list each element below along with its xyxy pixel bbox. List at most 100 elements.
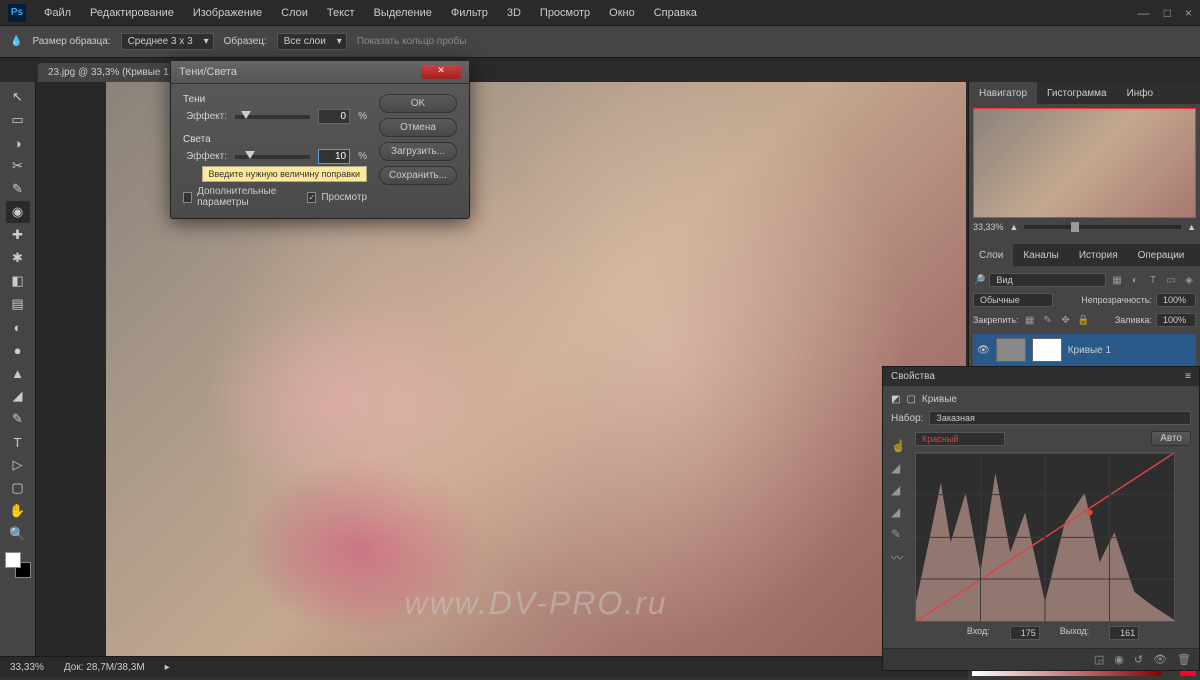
minimize-button[interactable]: —: [1138, 6, 1150, 20]
view-previous-icon[interactable]: ◉: [1114, 653, 1124, 666]
channel-dropdown[interactable]: Красный: [915, 432, 1005, 446]
load-button[interactable]: Загрузить...: [379, 142, 457, 161]
filter-smart-icon[interactable]: ◈: [1182, 273, 1196, 287]
crop-tool[interactable]: ✂: [6, 155, 30, 177]
lock-transparent-icon[interactable]: ▦: [1023, 313, 1037, 327]
curves-output-value[interactable]: [1109, 626, 1139, 640]
sample-white-icon[interactable]: ◢: [891, 505, 911, 519]
color-swatches[interactable]: [5, 552, 31, 578]
sample-black-icon[interactable]: ◢: [891, 461, 911, 475]
tab-layers[interactable]: Слои: [969, 244, 1013, 266]
layer-name[interactable]: Кривые 1: [1068, 345, 1111, 356]
blur-tool[interactable]: ▲: [6, 362, 30, 384]
menu-3d[interactable]: 3D: [499, 3, 529, 23]
menu-layer[interactable]: Слои: [273, 3, 316, 23]
move-tool[interactable]: ↖: [6, 86, 30, 108]
eyedropper-tool[interactable]: ◉: [6, 201, 30, 223]
frame-tool[interactable]: ✎: [6, 178, 30, 200]
marquee-tool[interactable]: ▭: [6, 109, 30, 131]
lasso-tool[interactable]: ◑: [6, 132, 30, 154]
layer-row[interactable]: 👁 Кривые 1: [973, 334, 1196, 366]
auto-button[interactable]: Авто: [1151, 431, 1191, 446]
properties-panel[interactable]: Свойства ≡ ◩ ▢ Кривые Набор: Заказная ☝ …: [882, 366, 1200, 671]
shadows-highlights-dialog[interactable]: Тени/Света ✕ Тени Эффект: % Света Эффект…: [170, 60, 470, 219]
zoom-in-icon[interactable]: ▲: [1187, 222, 1196, 232]
blend-mode-dropdown[interactable]: Обычные: [973, 293, 1053, 307]
preview-checkbox[interactable]: ✓: [307, 192, 316, 203]
filter-type-icon[interactable]: T: [1146, 273, 1160, 287]
tab-histogram[interactable]: Гистограмма: [1037, 82, 1117, 104]
shape-tool[interactable]: ▢: [6, 477, 30, 499]
gradient-tool[interactable]: ●: [6, 339, 30, 361]
path-tool[interactable]: ▷: [6, 454, 30, 476]
pen-tool[interactable]: ✎: [6, 408, 30, 430]
filter-pixel-icon[interactable]: ▦: [1110, 273, 1124, 287]
visibility-icon[interactable]: 👁: [977, 345, 990, 356]
ok-button[interactable]: OK: [379, 94, 457, 113]
navigator-preview[interactable]: [973, 108, 1196, 218]
shadows-slider[interactable]: [235, 115, 310, 119]
menu-window[interactable]: Окно: [601, 3, 643, 23]
tab-info[interactable]: Инфо: [1117, 82, 1164, 104]
dialog-titlebar[interactable]: Тени/Света ✕: [171, 61, 469, 84]
brush-tool[interactable]: ✱: [6, 247, 30, 269]
hand-tool[interactable]: ✋: [6, 500, 30, 522]
status-zoom[interactable]: 33,33%: [10, 662, 44, 673]
save-button[interactable]: Сохранить...: [379, 166, 457, 185]
targeted-adjust-icon[interactable]: ☝: [891, 439, 911, 453]
dodge-tool[interactable]: ◢: [6, 385, 30, 407]
filter-adjust-icon[interactable]: ◐: [1128, 273, 1142, 287]
layer-filter-dropdown[interactable]: Вид: [989, 273, 1106, 287]
more-options-checkbox[interactable]: [183, 192, 192, 203]
reset-icon[interactable]: ↺: [1134, 653, 1143, 666]
history-brush-tool[interactable]: ▤: [6, 293, 30, 315]
clip-icon[interactable]: ◲: [1094, 653, 1104, 666]
highlights-slider[interactable]: [235, 155, 310, 159]
fill-input[interactable]: 100%: [1156, 313, 1196, 327]
edit-points-icon[interactable]: ✎: [891, 527, 911, 541]
menu-filter[interactable]: Фильтр: [443, 3, 496, 23]
properties-tab[interactable]: Свойства: [891, 371, 935, 382]
lock-position-icon[interactable]: ✥: [1059, 313, 1073, 327]
shadows-value-input[interactable]: [318, 109, 350, 124]
zoom-tool[interactable]: 🔍: [6, 523, 30, 545]
menu-file[interactable]: Файл: [36, 3, 79, 23]
menu-help[interactable]: Справка: [646, 3, 705, 23]
layer-thumbnail[interactable]: [996, 338, 1026, 362]
curves-graph[interactable]: [915, 452, 1175, 622]
visibility-toggle-icon[interactable]: 👁: [1153, 653, 1167, 666]
draw-curve-icon[interactable]: 〰: [891, 549, 911, 566]
cancel-button[interactable]: Отмена: [379, 118, 457, 137]
lock-all-icon[interactable]: 🔒: [1077, 313, 1091, 327]
sample-gray-icon[interactable]: ◢: [891, 483, 911, 497]
lock-pixels-icon[interactable]: ✎: [1041, 313, 1055, 327]
menu-select[interactable]: Выделение: [366, 3, 440, 23]
close-button[interactable]: ×: [1185, 6, 1192, 20]
menu-view[interactable]: Просмотр: [532, 3, 598, 23]
panel-menu-icon[interactable]: ≡: [1185, 371, 1191, 382]
sample-size-dropdown[interactable]: Среднее 3 x 3: [121, 33, 214, 50]
maximize-button[interactable]: □: [1164, 6, 1171, 20]
navigator-zoom-slider[interactable]: [1024, 225, 1181, 229]
delete-adjustment-icon[interactable]: 🗑: [1177, 653, 1191, 666]
tab-history[interactable]: История: [1069, 244, 1128, 266]
filter-shape-icon[interactable]: ▭: [1164, 273, 1178, 287]
menu-edit[interactable]: Редактирование: [82, 3, 182, 23]
tab-actions[interactable]: Операции: [1128, 244, 1195, 266]
stamp-tool[interactable]: ◧: [6, 270, 30, 292]
opacity-input[interactable]: 100%: [1156, 293, 1196, 307]
layer-mask-thumbnail[interactable]: [1032, 338, 1062, 362]
healing-tool[interactable]: ✚: [6, 224, 30, 246]
highlights-value-input[interactable]: [318, 149, 350, 164]
tab-navigator[interactable]: Навигатор: [969, 82, 1037, 104]
status-doc-size[interactable]: Док: 28,7M/38,3M: [64, 662, 145, 673]
status-chevron-icon[interactable]: ▸: [165, 662, 170, 673]
tab-channels[interactable]: Каналы: [1013, 244, 1069, 266]
curves-input-value[interactable]: [1010, 626, 1040, 640]
preset-dropdown[interactable]: Заказная: [929, 411, 1191, 425]
dialog-close-button[interactable]: ✕: [421, 65, 461, 79]
eraser-tool[interactable]: ◐: [6, 316, 30, 338]
sample-dropdown[interactable]: Все слои: [277, 33, 347, 50]
menu-image[interactable]: Изображение: [185, 3, 270, 23]
type-tool[interactable]: T: [6, 431, 30, 453]
